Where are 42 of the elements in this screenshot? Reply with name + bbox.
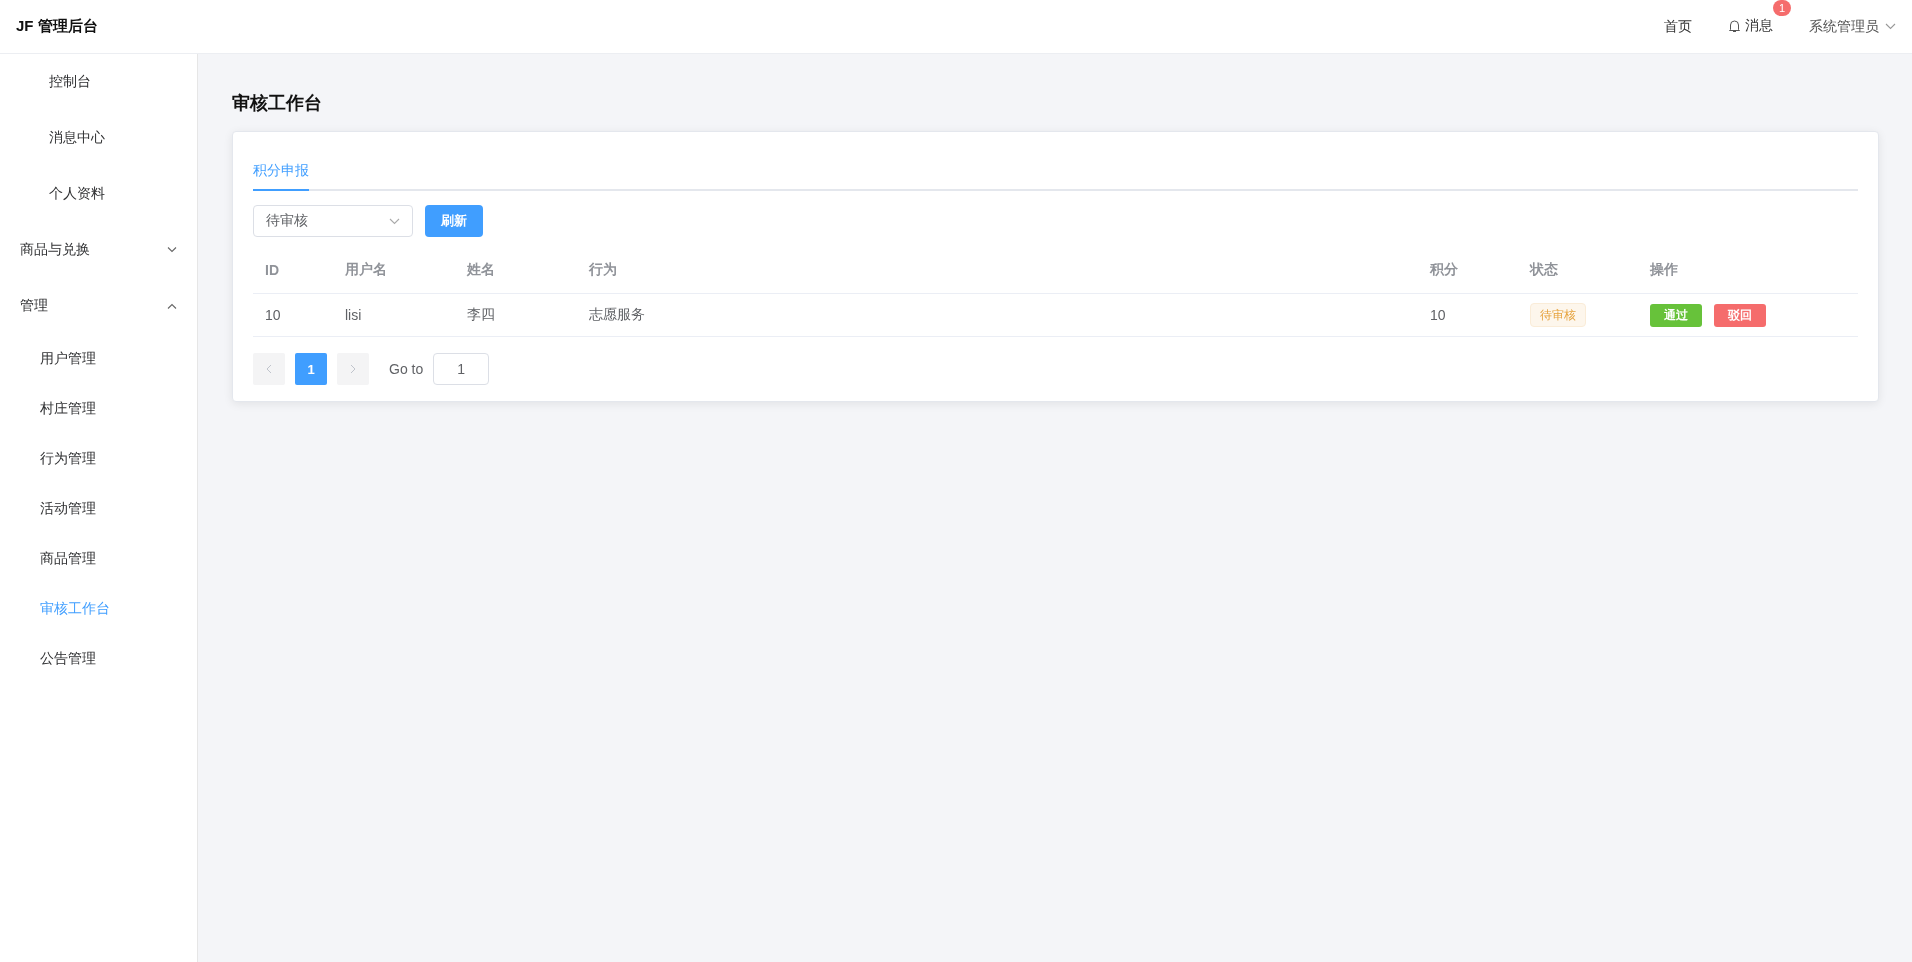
chevron-down-icon	[167, 247, 177, 253]
sidebar-item[interactable]: 控制台	[0, 54, 197, 110]
page-input[interactable]: 1	[433, 353, 490, 385]
sidebar-item[interactable]: 个人资料	[0, 166, 197, 222]
next-page-button[interactable]	[337, 353, 369, 385]
user-menu[interactable]: 系统管理员	[1809, 17, 1896, 36]
chevron-down-icon	[389, 217, 400, 225]
notification-badge: 1	[1773, 0, 1791, 16]
app-title: JF 管理后台	[16, 17, 98, 36]
column-header: 状态	[1528, 261, 1559, 279]
column-header: 积分	[1428, 261, 1459, 279]
home-link[interactable]: 首页	[1664, 17, 1692, 36]
sidebar-item[interactable]: 用户管理	[0, 334, 197, 384]
column-header: 行为	[588, 261, 618, 279]
table-cell-text: 志愿服务	[588, 306, 646, 324]
column-header: ID	[264, 262, 280, 278]
chevron-right-icon	[350, 364, 356, 374]
sidebar-group[interactable]: 商品与兑换	[0, 222, 197, 278]
previous-page-button[interactable]	[253, 353, 285, 385]
sidebar-item[interactable]: 村庄管理	[0, 384, 197, 434]
sidebar-item[interactable]: 消息中心	[0, 110, 197, 166]
status-tag: 待审核	[1530, 303, 1586, 327]
sidebar-item[interactable]: 行为管理	[0, 434, 197, 484]
bell-icon	[1728, 18, 1741, 33]
sidebar-item[interactable]: 商品管理	[0, 534, 197, 584]
sidebar-item[interactable]: 公告管理	[0, 634, 197, 684]
messages-link[interactable]: 消息	[1728, 16, 1773, 35]
chevron-left-icon	[266, 364, 272, 374]
chevron-down-icon	[1885, 23, 1896, 30]
column-header: 用户名	[344, 261, 388, 279]
status-select[interactable]: 待审核	[253, 205, 413, 237]
table-cell-text: lisi	[344, 307, 363, 323]
table-cell-text: 10	[264, 307, 282, 323]
table-cell-text: 10	[1429, 307, 1447, 323]
column-header: 姓名	[466, 261, 496, 279]
sidebar-item[interactable]: 活动管理	[0, 484, 197, 534]
chevron-up-icon	[167, 303, 177, 309]
table-cell-text: 李四	[466, 306, 496, 324]
page-title: 审核工作台	[232, 92, 323, 115]
column-header: 操作	[1649, 261, 1679, 279]
sidebar-group[interactable]: 管理	[0, 278, 197, 334]
goto-label: Go to	[389, 361, 424, 377]
